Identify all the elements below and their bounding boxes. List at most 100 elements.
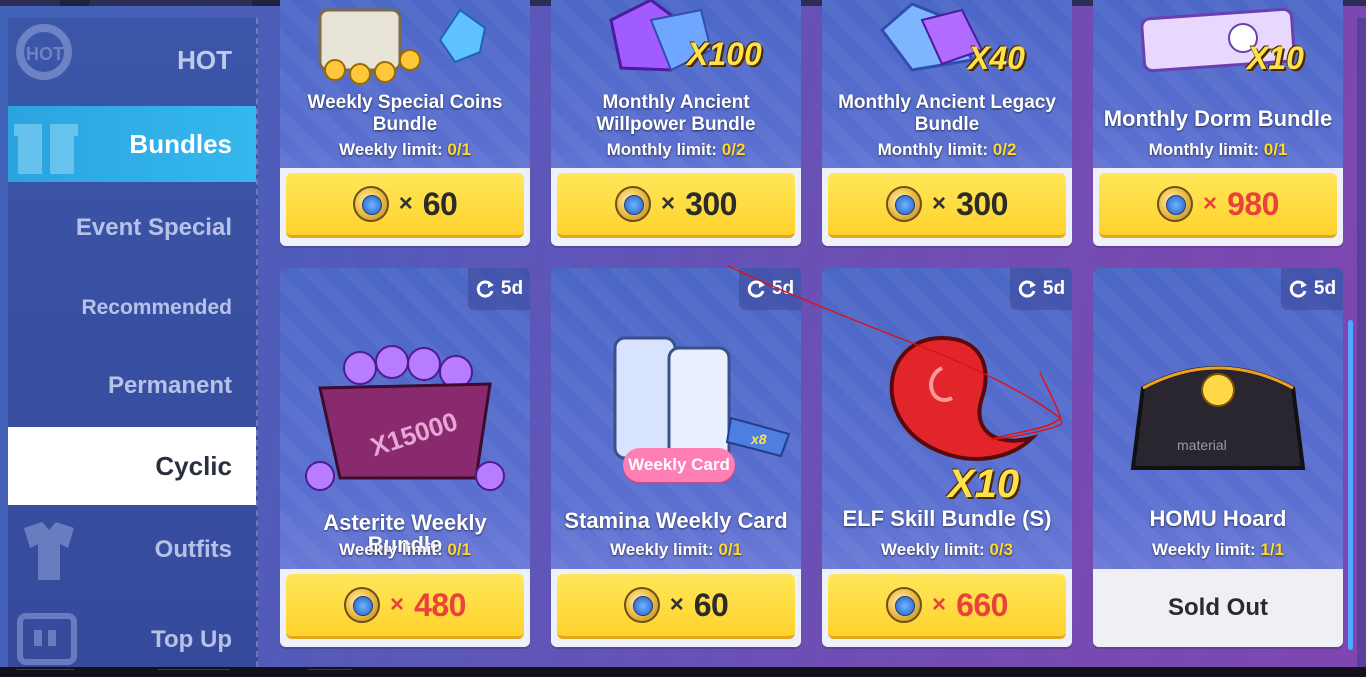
purchase-limit: Monthly limit: 0/2 [822,140,1072,160]
buy-button[interactable]: × 60 [557,574,795,639]
refresh-timer: 5d [739,268,801,310]
sidebar-item-label: Event Special [75,214,232,241]
limit-label: Weekly limit: [1152,540,1256,559]
sidebar-item-hot[interactable]: HOT HOT [8,18,256,102]
bundle-card[interactable]: X10 Monthly Dorm Bundle Monthly limit: 0… [1093,0,1343,246]
bundle-title: Monthly Dorm Bundle [1103,106,1333,131]
coin-pile-icon [318,8,487,85]
quantity-multiplier: X40 [968,40,1025,76]
sold-out-status: Sold Out [1093,569,1343,647]
bundle-card[interactable]: 5d X15000 Asterite Weekly Bundle Weekly … [280,268,530,647]
sidebar-item-permanent[interactable]: Permanent [8,348,256,424]
crystal-coin-icon [344,587,381,623]
price-amount: 300 [956,185,1008,222]
homu-chest-icon: material [1130,366,1306,470]
price-amount: 480 [414,586,466,623]
sidebar-item-label: Bundles [129,128,232,159]
buy-button[interactable]: × 980 [1099,173,1337,238]
limit-count: 0/1 [718,540,742,559]
shop-category-sidebar: HOT HOT Bundles Event Special Recommende… [8,18,258,667]
elf-skill-orb-icon [889,335,1039,461]
hot-icon: HOT [16,24,72,80]
bundle-title: Monthly Ancient Legacy Bundle [838,92,1056,135]
sidebar-item-cyclic[interactable]: Cyclic [8,427,256,505]
purchase-limit: Weekly limit: 0/1 [280,140,530,160]
sidebar-item-outfits[interactable]: Outfits [8,512,256,588]
crystal-coin-icon [623,587,660,623]
svg-text:HOT: HOT [26,44,64,64]
price-amount: 300 [685,185,737,222]
purchase-limit: Weekly limit: 0/1 [280,540,530,560]
times-sign: × [390,591,405,618]
bundle-card[interactable]: X100 Monthly Ancient Willpower Bundle Mo… [551,0,801,246]
sidebar-item-recommended[interactable]: Recommended [8,270,256,346]
scrollbar[interactable] [1348,320,1353,650]
limit-count: 0/1 [447,140,471,159]
buy-button[interactable]: × 480 [286,574,524,639]
quantity-badge: x8 [750,431,767,447]
crystal-coin-icon [886,587,923,623]
outfit-icon [24,522,74,580]
bundle-card[interactable]: X40 Monthly Ancient Legacy Bundle Monthl… [822,0,1072,246]
sidebar-item-event-special[interactable]: Event Special [8,190,256,266]
limit-label: Weekly limit: [339,140,443,159]
times-sign: × [661,190,676,217]
dorm-ticket-icon [1140,7,1296,73]
sidebar-item-label: Permanent [107,372,232,399]
limit-label: Monthly limit: [877,140,989,159]
limit-label: Weekly limit: [610,540,714,559]
limit-count: 0/3 [989,540,1013,559]
limit-count: 0/1 [447,540,471,559]
limit-count: 0/1 [1263,140,1288,159]
buy-button[interactable]: × 60 [286,173,524,238]
sidebar-item-top-up[interactable]: Top Up [8,602,256,667]
bundle-card[interactable]: 5d X10 ELF Skill Bundle (S) Weekly limit… [822,268,1072,647]
bundle-card[interactable]: 5d x8 Weekly Card Stamina Weekly Card We… [551,268,801,647]
purchase-limit: Monthly limit: 0/1 [1093,140,1343,160]
sidebar-item-label: Recommended [81,296,232,319]
sidebar-item-bundles[interactable]: Bundles [8,106,256,182]
times-sign: × [398,190,413,217]
timer-text: 5d [500,278,524,299]
times-sign: × [932,190,947,217]
weekly-card-tag: Weekly Card [623,448,735,482]
refresh-icon [476,280,494,298]
crystal-coin-icon [615,186,652,222]
price-amount: 980 [1227,185,1279,222]
sidebar-item-label: HOT [177,44,232,75]
refresh-icon [747,280,765,298]
buy-button[interactable]: × 300 [557,173,795,238]
refresh-timer: 5d [1010,268,1072,310]
limit-label: Weekly limit: [339,540,443,559]
bottom-bar [0,667,1366,677]
bundle-title: HOMU Hoard [1149,506,1287,531]
sidebar-item-label: Cyclic [155,450,232,481]
crystal-coin-icon [1157,186,1194,222]
bundle-card[interactable]: 5d material HOMU Hoard Weekly limit: 1/1… [1093,268,1343,647]
price-amount: 660 [956,586,1008,623]
purchase-limit: Weekly limit: 1/1 [1093,540,1343,560]
limit-count: 0/2 [992,140,1017,159]
quantity-multiplier: X10 [1247,40,1304,76]
purple-crystal-icon [609,0,713,72]
right-edge [1357,18,1366,667]
top-up-icon [17,613,77,665]
purchase-limit: Monthly limit: 0/2 [551,140,801,160]
refresh-timer: 5d [468,268,530,310]
blue-crystal-icon [879,2,984,72]
limit-count: 1/1 [1260,540,1284,559]
limit-count: 0/2 [721,140,746,159]
bundle-title: Weekly Special Coins Bundle [307,92,503,135]
refresh-timer: 5d [1281,268,1343,310]
quantity-multiplier: X100 [687,36,762,72]
buy-button[interactable]: × 300 [828,173,1066,238]
sidebar-item-label: Outfits [154,536,232,563]
limit-label: Weekly limit: [881,540,985,559]
refresh-icon [1289,280,1307,298]
bundle-card[interactable]: Weekly Special Coins Bundle Weekly limit… [280,0,530,246]
buy-button[interactable]: × 660 [828,574,1066,639]
purchase-limit: Weekly limit: 0/1 [551,540,801,560]
timer-text: 5d [1313,278,1337,299]
gift-icon [14,124,78,174]
shop-screen: HOT HOT Bundles Event Special Recommende… [0,0,1366,667]
